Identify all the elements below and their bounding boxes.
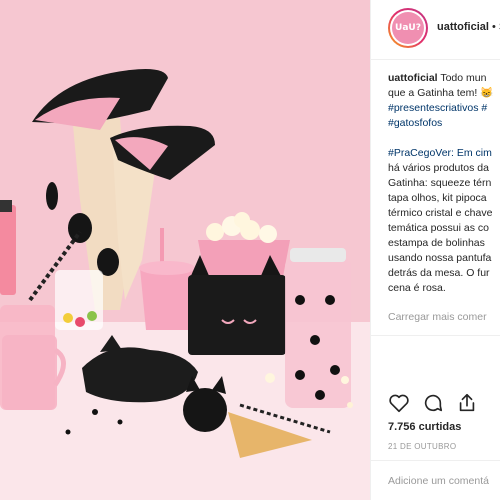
comment-icon[interactable] xyxy=(422,392,444,414)
post-side-panel: UaU? uattoficial • S uattoficial Todo mu… xyxy=(370,0,500,500)
brand-logo: UaU? xyxy=(392,12,424,44)
caption-text-line: temática possui as co xyxy=(388,222,489,234)
caption-text-line: há vários produtos da xyxy=(388,162,489,174)
caption-text-line: Todo mun xyxy=(440,72,487,84)
heart-icon[interactable] xyxy=(388,392,410,414)
caption-text-line: detrás da mesa. O fur xyxy=(388,267,490,279)
product-illustration xyxy=(0,69,353,458)
caption-text-line: usando nossa pantufa xyxy=(388,252,492,264)
caption-text-line: estampa de bolinhas xyxy=(388,237,485,249)
caption-text-line: cena é rosa. xyxy=(388,282,446,294)
share-icon[interactable] xyxy=(456,392,478,414)
header-follow-link[interactable]: • S xyxy=(489,21,500,33)
likes-count[interactable]: 7.756 curtidas xyxy=(388,421,461,433)
caption-text-line: térmico cristal e chave xyxy=(388,207,493,219)
caption-text-line: tapa olhos, kit pipoca xyxy=(388,192,487,204)
load-more-comments[interactable]: Carregar mais comer xyxy=(388,311,487,323)
post-photo[interactable] xyxy=(0,0,370,500)
caption-text-line: Gatinha: squeeze térn xyxy=(388,177,492,189)
caption-text-line: que a Gatinha tem! 😸 xyxy=(388,87,494,99)
caption-username[interactable]: uattoficial xyxy=(388,72,438,84)
header-username[interactable]: uattoficial xyxy=(437,21,489,33)
hashtag-link[interactable]: #PraCegoVer: Em cim xyxy=(388,147,492,159)
post-actions xyxy=(371,335,500,475)
hashtag-link[interactable]: #presentescriativos # xyxy=(388,101,500,116)
post-header: UaU? uattoficial • S xyxy=(371,0,500,60)
post-date: 21 DE OUTUBRO xyxy=(388,442,457,451)
avatar[interactable]: UaU? xyxy=(388,8,428,48)
post-caption: uattoficial Todo mun que a Gatinha tem! … xyxy=(388,71,500,296)
comment-bar xyxy=(371,460,500,500)
hashtag-link[interactable]: #gatosfofos xyxy=(388,116,500,131)
comment-input[interactable] xyxy=(388,475,500,487)
